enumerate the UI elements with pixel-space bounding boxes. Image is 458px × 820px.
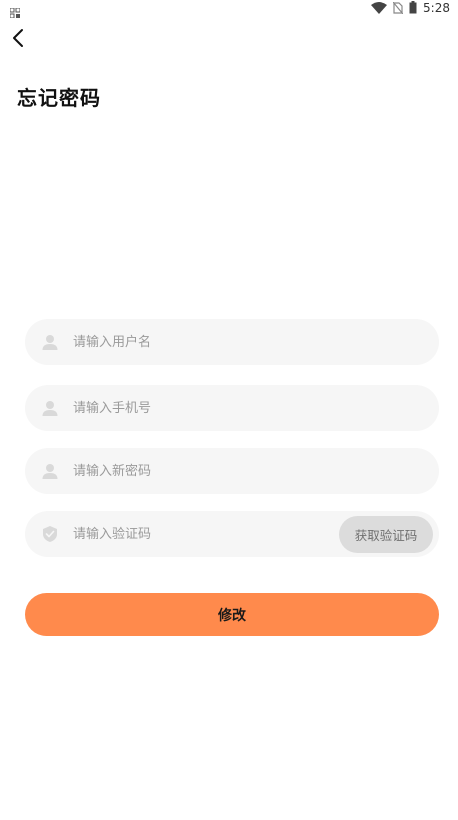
back-button[interactable] xyxy=(6,26,30,50)
new-password-field[interactable] xyxy=(25,448,439,494)
forgot-password-screen: 5:28 忘记密码 请输入用户名 请输入手机号 请输入验证码 获取验证码 修改 xyxy=(0,0,458,820)
submit-button[interactable]: 修改 xyxy=(25,593,439,636)
wifi-icon xyxy=(371,0,388,18)
username-field[interactable] xyxy=(25,319,439,365)
verification-code-field[interactable]: 获取验证码 xyxy=(25,511,439,557)
battery-icon xyxy=(409,0,417,18)
chevron-left-icon xyxy=(13,29,23,47)
username-input[interactable] xyxy=(73,319,353,365)
status-time: 5:28 xyxy=(423,1,450,15)
person-icon xyxy=(42,335,58,350)
phone-field[interactable] xyxy=(25,385,439,431)
person-icon xyxy=(42,401,58,416)
status-bar: 5:28 xyxy=(0,0,458,19)
phone-input[interactable] xyxy=(73,385,353,431)
get-code-button[interactable]: 获取验证码 xyxy=(339,516,433,553)
verification-code-input[interactable] xyxy=(73,511,303,557)
app-grid-icon xyxy=(9,3,21,19)
person-icon xyxy=(42,464,58,479)
shield-check-icon xyxy=(43,526,57,542)
no-sim-icon xyxy=(392,0,404,18)
status-icons: 5:28 xyxy=(371,0,450,18)
new-password-input[interactable] xyxy=(73,448,353,494)
page-title: 忘记密码 xyxy=(17,86,101,110)
